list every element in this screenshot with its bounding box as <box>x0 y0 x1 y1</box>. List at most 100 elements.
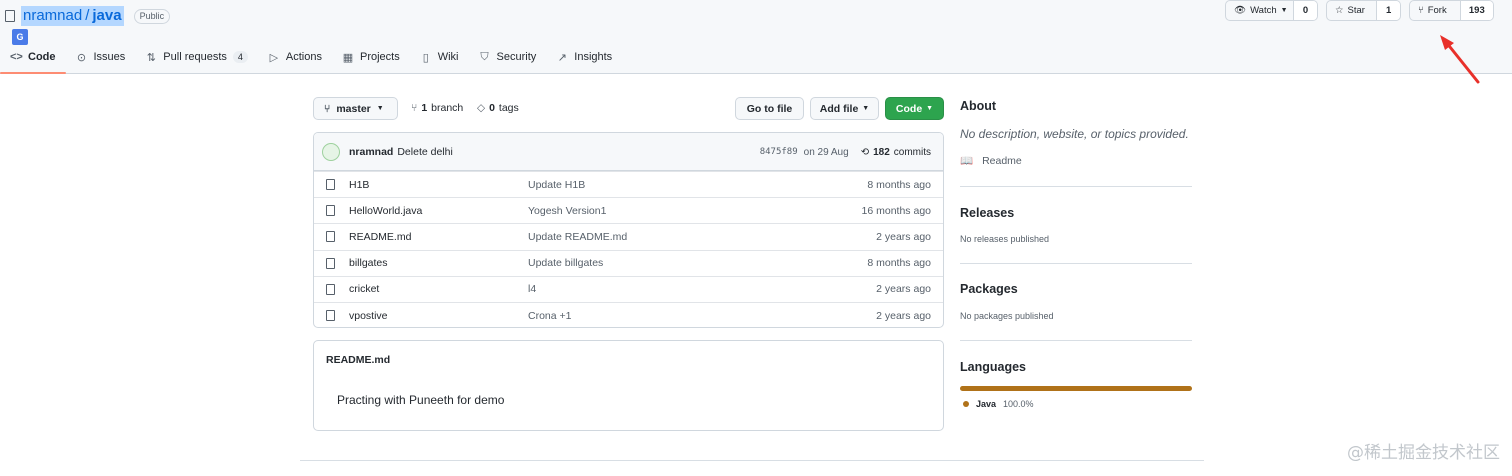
issue-icon: ⊙ <box>76 51 87 64</box>
tag-icon: ◇ <box>477 102 486 114</box>
branches-link[interactable]: ⑂ 1 branch <box>411 102 463 114</box>
repo-header: nramnad / java Public G 👁 Watch ▼ 0 ☆ Star… <box>0 0 1512 74</box>
footer-divider <box>300 460 1204 461</box>
language-color-dot <box>963 401 969 407</box>
star-button[interactable]: ☆ Star <box>1327 1 1378 20</box>
language-percent: 100.0% <box>1003 399 1034 409</box>
file-age: 8 months ago <box>867 257 931 270</box>
about-description: No description, website, or topics provi… <box>960 127 1189 141</box>
file-row: vpostive Crona +1 2 years ago <box>314 301 943 327</box>
sidebar-divider <box>960 186 1192 187</box>
file-name[interactable]: cricket <box>349 283 379 295</box>
file-row: cricket l4 2 years ago <box>314 275 943 302</box>
about-heading: About <box>960 99 997 113</box>
commits-history-link[interactable]: ⟲ 182 commits <box>861 147 931 158</box>
chevron-down-icon: ▼ <box>1280 7 1288 14</box>
releases-description: No releases published <box>960 234 1050 244</box>
visibility-badge: Public <box>133 8 171 24</box>
repo-nav-tabs: <> Code ⊙ Issues ⇅ Pull requests 4 ▷ Act… <box>0 44 622 74</box>
tab-insights[interactable]: ↗ Insights <box>546 44 622 70</box>
code-button[interactable]: Code ▼ <box>885 97 944 120</box>
file-commit-message[interactable]: Update billgates <box>528 257 603 269</box>
readme-title[interactable]: README.md <box>326 354 390 366</box>
file-commit-message[interactable]: Update H1B <box>528 179 585 191</box>
tab-wiki-label: Wiki <box>437 51 459 63</box>
file-commit-message[interactable]: Update README.md <box>528 231 627 243</box>
tab-actions[interactable]: ▷ Actions <box>258 44 332 70</box>
commit-author[interactable]: nramnad <box>349 146 393 158</box>
book-icon: ▯ <box>422 51 429 64</box>
commit-sha[interactable]: 8475f89 <box>760 147 798 157</box>
file-age: 8 months ago <box>867 178 931 191</box>
file-icon <box>326 257 335 269</box>
commits-label: commits <box>893 146 931 158</box>
project-icon: ▦ <box>342 51 354 64</box>
file-name[interactable]: README.md <box>349 231 411 243</box>
file-age: 2 years ago <box>876 309 931 322</box>
file-commit-message[interactable]: l4 <box>528 283 536 295</box>
tab-pull-requests[interactable]: ⇅ Pull requests 4 <box>135 44 258 70</box>
tags-link[interactable]: ◇ 0 tags <box>477 102 519 114</box>
language-bar <box>960 386 1192 391</box>
commit-date: on 29 Aug <box>803 146 849 158</box>
tab-code[interactable]: <> Code <box>0 44 66 74</box>
star-count[interactable]: 1 <box>1377 1 1400 20</box>
watch-button-group: 👁 Watch ▼ 0 <box>1225 0 1318 21</box>
pull-requests-counter: 4 <box>232 51 248 63</box>
repo-owner-link[interactable]: nramnad <box>23 7 82 24</box>
watch-count[interactable]: 0 <box>1294 1 1317 20</box>
go-to-file-button[interactable]: Go to file <box>735 97 804 120</box>
branches-label: branch <box>431 102 464 114</box>
file-commit-message[interactable]: Yogesh Version1 <box>528 205 606 217</box>
file-row: README.md Update README.md 2 years ago <box>314 223 943 249</box>
pull-request-icon: ⇅ <box>146 51 156 64</box>
file-name[interactable]: vpostive <box>349 310 388 322</box>
sidebar-divider <box>960 263 1192 264</box>
packages-heading[interactable]: Packages <box>960 282 1018 296</box>
translate-icon[interactable]: G <box>12 29 28 45</box>
language-name: Java <box>976 399 997 409</box>
fork-button[interactable]: ⑂ Fork <box>1410 1 1461 20</box>
tags-count: 0 <box>489 102 495 114</box>
repo-name-link[interactable]: java <box>92 7 121 24</box>
eye-icon: 👁 <box>1234 5 1247 16</box>
branch-icon: ⑂ <box>411 102 418 114</box>
fork-icon: ⑂ <box>1418 5 1424 16</box>
watch-button[interactable]: 👁 Watch ▼ <box>1226 1 1294 20</box>
book-icon: 📖 <box>960 155 974 167</box>
packages-description: No packages published <box>960 311 1054 321</box>
latest-commit-bar: nramnad Delete delhi 8475f89 on 29 Aug ⟲… <box>314 133 943 171</box>
file-name[interactable]: HelloWorld.java <box>349 205 422 217</box>
languages-heading: Languages <box>960 360 1026 374</box>
tab-pull-requests-label: Pull requests <box>163 51 227 63</box>
tab-projects[interactable]: ▦ Projects <box>332 44 410 70</box>
tab-wiki[interactable]: ▯ Wiki <box>410 44 469 70</box>
repo-path-separator: / <box>85 7 90 24</box>
file-age: 2 years ago <box>876 283 931 296</box>
file-commit-message[interactable]: Crona +1 <box>528 310 572 322</box>
readme-link[interactable]: 📖 Readme <box>960 154 1022 168</box>
add-file-button[interactable]: Add file ▼ <box>810 97 879 120</box>
code-icon: <> <box>10 51 23 63</box>
fork-label: Fork <box>1427 5 1447 16</box>
file-icon <box>326 309 335 321</box>
releases-heading[interactable]: Releases <box>960 206 1014 220</box>
tab-actions-label: Actions <box>285 51 322 63</box>
tab-issues[interactable]: ⊙ Issues <box>66 44 136 70</box>
file-icon <box>326 205 335 217</box>
readme-link-label: Readme <box>982 154 1022 167</box>
language-item[interactable]: Java 100.0% <box>963 399 1034 409</box>
commit-message[interactable]: Delete delhi <box>397 146 452 158</box>
fork-count[interactable]: 193 <box>1460 1 1493 20</box>
avatar[interactable] <box>322 142 340 161</box>
branch-select-button[interactable]: ⑂ master ▼ <box>313 97 398 120</box>
branch-name: master <box>336 102 371 115</box>
branch-icon: ⑂ <box>324 102 331 115</box>
tab-code-label: Code <box>28 51 56 63</box>
file-name[interactable]: billgates <box>349 257 388 269</box>
commit-meta: 8475f89 on 29 Aug ⟲ 182 commits <box>760 133 931 171</box>
file-name[interactable]: H1B <box>349 179 369 191</box>
graph-icon: ↗ <box>557 51 567 64</box>
tab-security[interactable]: ⛉ Security <box>469 44 547 70</box>
file-icon <box>326 283 335 295</box>
